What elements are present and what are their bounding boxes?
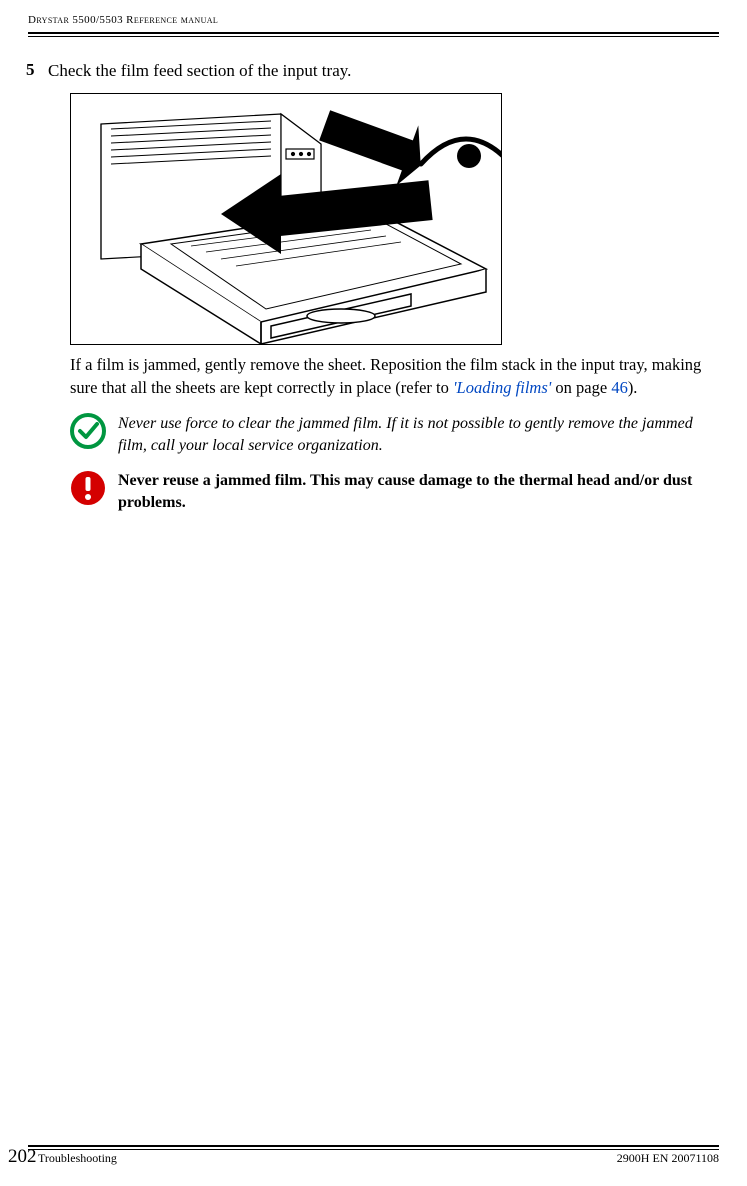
- step-row: 5 Check the film feed section of the inp…: [48, 60, 707, 83]
- figure-input-tray: [70, 93, 502, 345]
- page-content: 5 Check the film feed section of the inp…: [48, 60, 707, 520]
- footer-section: Troubleshooting: [38, 1151, 117, 1166]
- exclamation-circle-icon: [70, 470, 106, 506]
- body-paragraph: If a film is jammed, gently remove the s…: [70, 353, 707, 399]
- printer-tray-illustration: [71, 94, 501, 344]
- step-instruction: Check the film feed section of the input…: [48, 60, 351, 83]
- body-text-post: ).: [628, 378, 638, 397]
- footer-rule: [28, 1145, 719, 1150]
- page-number: 202: [8, 1146, 37, 1168]
- link-loading-films[interactable]: 'Loading films': [453, 378, 551, 397]
- step-number: 5: [26, 60, 48, 80]
- running-head: Drystar 5500/5503 Reference manual: [28, 14, 218, 26]
- note-ok-callout: Never use force to clear the jammed film…: [70, 413, 707, 456]
- checkmark-circle-icon: [70, 413, 106, 449]
- note-ok-text: Never use force to clear the jammed film…: [118, 413, 707, 456]
- header-rule: [28, 32, 719, 37]
- note-warning-text: Never reuse a jammed film. This may caus…: [118, 470, 707, 513]
- body-text-mid: on page: [551, 378, 611, 397]
- note-warning-callout: Never reuse a jammed film. This may caus…: [70, 470, 707, 513]
- footer-doc-id: 2900H EN 20071108: [617, 1151, 719, 1166]
- link-page-number[interactable]: 46: [611, 378, 628, 397]
